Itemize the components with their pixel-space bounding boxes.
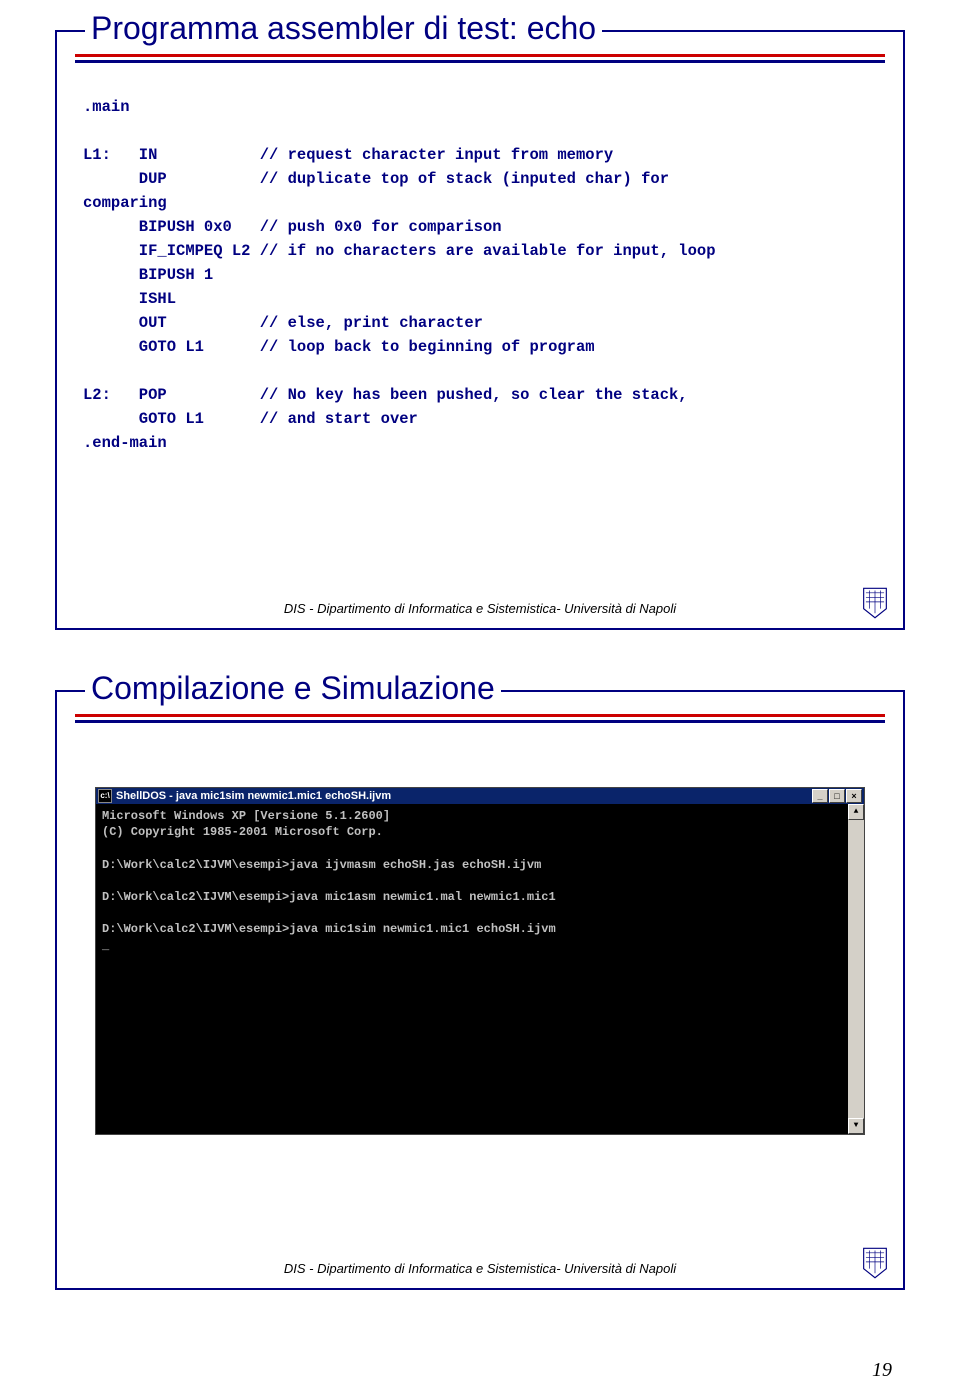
university-crest-icon: [861, 586, 889, 620]
slide-title: Compilazione e Simulazione: [91, 670, 495, 706]
rule-red: [75, 54, 885, 57]
rule-red: [75, 714, 885, 717]
window-buttons: _ □ ×: [812, 789, 862, 803]
rule-navy: [75, 60, 885, 63]
window-titlebar: c:\ ShellDOS - java mic1sim newmic1.mic1…: [96, 788, 864, 804]
minimize-button[interactable]: _: [812, 789, 828, 803]
rule-navy: [75, 720, 885, 723]
window-body-wrap: Microsoft Windows XP [Versione 5.1.2600]…: [96, 804, 864, 1134]
divider: [75, 54, 885, 63]
close-button[interactable]: ×: [846, 789, 862, 803]
maximize-button[interactable]: □: [829, 789, 845, 803]
slide-content: .main L1: IN // request character input …: [75, 87, 885, 578]
divider: [75, 714, 885, 723]
titlebar-left: c:\ ShellDOS - java mic1sim newmic1.mic1…: [98, 789, 391, 803]
slide-title: Programma assembler di test: echo: [91, 10, 596, 46]
slide-content: c:\ ShellDOS - java mic1sim newmic1.mic1…: [75, 747, 885, 1238]
slide-footer: DIS - Dipartimento di Informatica e Sist…: [57, 1261, 903, 1276]
scroll-track[interactable]: [848, 820, 864, 1118]
slide-2: Compilazione e Simulazione c:\ ShellDOS …: [55, 690, 905, 1290]
scrollbar[interactable]: ▲ ▼: [848, 804, 864, 1134]
command-prompt-window: c:\ ShellDOS - java mic1sim newmic1.mic1…: [95, 787, 865, 1135]
slide-1: Programma assembler di test: echo .main …: [55, 30, 905, 630]
assembler-code: .main L1: IN // request character input …: [75, 87, 885, 455]
window-title-text: ShellDOS - java mic1sim newmic1.mic1 ech…: [116, 790, 391, 802]
scroll-down-button[interactable]: ▼: [848, 1118, 864, 1134]
terminal-output: Microsoft Windows XP [Versione 5.1.2600]…: [96, 804, 848, 1134]
slide-title-box: Programma assembler di test: echo: [85, 10, 602, 49]
slide-title-box: Compilazione e Simulazione: [85, 670, 501, 709]
slide-footer: DIS - Dipartimento di Informatica e Sist…: [57, 601, 903, 616]
university-crest-icon: [861, 1246, 889, 1280]
cmd-icon: c:\: [98, 789, 112, 803]
page-number: 19: [872, 1359, 892, 1382]
scroll-up-button[interactable]: ▲: [848, 804, 864, 820]
